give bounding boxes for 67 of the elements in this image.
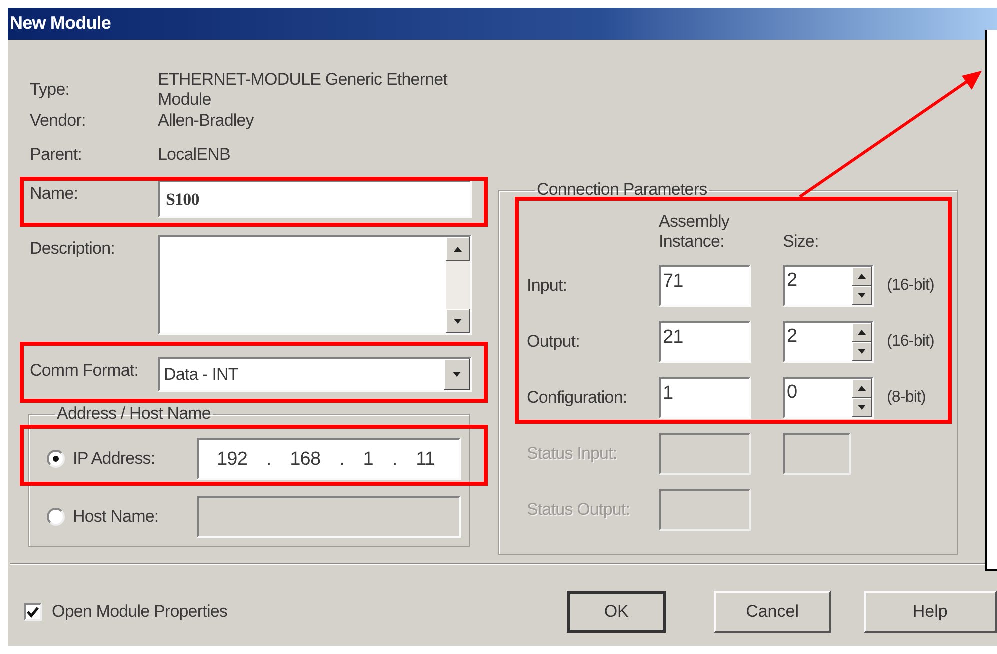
dropdown-value: Data - INT <box>164 364 238 384</box>
down-arrow-icon <box>858 405 866 410</box>
caret-icon <box>453 372 461 377</box>
field-label: Configuration: <box>527 388 628 408</box>
name-field[interactable]: S100 <box>158 180 472 218</box>
number-field[interactable] <box>659 489 751 531</box>
field-value: Allen-Bradley <box>158 111 256 131</box>
up-arrow-icon <box>454 246 462 252</box>
down-arrow-icon <box>858 349 866 354</box>
ip-address-field[interactable]: 192 . 168 . 1 . 11 <box>197 438 461 480</box>
field-label: Output: <box>527 332 581 352</box>
scroll-down-button[interactable] <box>446 309 470 333</box>
comm-format-dropdown[interactable]: Data - INT <box>158 357 472 392</box>
spin-value: 0 <box>787 381 798 405</box>
number-field[interactable]: 21 <box>659 321 751 363</box>
checkbox-label: Open Module Properties <box>52 602 228 622</box>
column-header: Size: <box>783 232 820 252</box>
up-arrow-icon <box>858 274 866 279</box>
number-field[interactable]: 71 <box>659 265 751 307</box>
dialog-button[interactable]: Help <box>864 591 997 633</box>
field-label: Comm Format: <box>30 360 140 381</box>
field-value: LocalENB <box>158 145 232 165</box>
field-label: Input: <box>527 276 568 296</box>
field-label: Name: <box>30 183 80 204</box>
down-arrow-icon <box>454 318 462 324</box>
field-label: Type: <box>30 80 71 100</box>
unit-label: (16-bit) <box>887 333 936 351</box>
checkbox[interactable] <box>24 603 42 621</box>
field-label: Vendor: <box>30 111 87 131</box>
field-label: Status Output: <box>527 500 632 520</box>
field-label: Status Input: <box>527 444 618 464</box>
spin-value: 2 <box>787 269 798 293</box>
spin-box[interactable]: 0 <box>783 377 874 419</box>
up-arrow-icon <box>858 386 866 391</box>
spin-up-button[interactable] <box>852 379 872 398</box>
spin-down-button[interactable] <box>852 398 872 417</box>
radio-button[interactable] <box>47 508 65 526</box>
description-field[interactable] <box>158 235 472 335</box>
number-field[interactable] <box>659 433 751 475</box>
up-arrow-icon <box>858 330 866 335</box>
host-name-field[interactable] <box>197 496 461 538</box>
column-header: Assembly Instance: <box>659 212 731 252</box>
field-value: ETHERNET-MODULE Generic Ethernet Module <box>158 70 449 110</box>
group-title: Address / Host Name <box>56 404 212 424</box>
radio-label: IP Address: <box>73 449 156 469</box>
spin-box[interactable]: 2 <box>783 321 874 363</box>
spin-down-button[interactable] <box>852 286 872 305</box>
radio-button[interactable] <box>47 450 65 468</box>
number-field[interactable]: 1 <box>659 377 751 419</box>
field-label: Parent: <box>30 145 84 165</box>
field-label: Description: <box>30 238 116 259</box>
window-title: New Module <box>10 13 112 34</box>
spin-down-button[interactable] <box>852 342 872 361</box>
dialog-button[interactable]: Cancel <box>714 591 831 633</box>
dialog-button[interactable]: OK <box>566 591 666 633</box>
spin-up-button[interactable] <box>852 323 872 342</box>
unit-label: (8-bit) <box>887 389 927 407</box>
scroll-up-button[interactable] <box>446 237 470 261</box>
down-arrow-icon <box>858 293 866 298</box>
number-field[interactable] <box>783 433 851 475</box>
unit-label: (16-bit) <box>887 277 936 295</box>
group-title: Connection Parameters <box>536 180 708 200</box>
spin-up-button[interactable] <box>852 267 872 286</box>
dropdown-button[interactable] <box>444 359 470 390</box>
radio-label: Host Name: <box>73 507 159 527</box>
spin-box[interactable]: 2 <box>783 265 874 307</box>
spin-value: 2 <box>787 325 798 349</box>
